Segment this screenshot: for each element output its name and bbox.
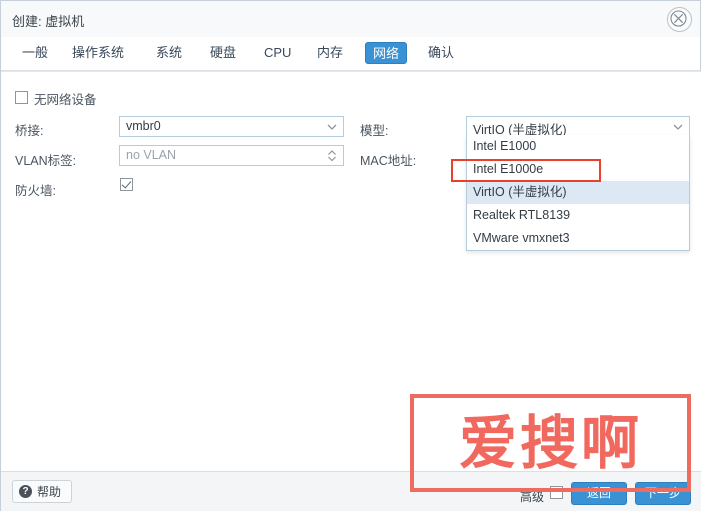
bridge-value: vmbr0 (126, 119, 161, 133)
tab-network[interactable]: 网络 (365, 42, 408, 64)
no-network-device-checkbox[interactable] (15, 91, 28, 104)
back-button[interactable]: 返回 (571, 482, 627, 505)
vlan-tag-value: no VLAN (126, 148, 177, 162)
next-button[interactable]: 下一步 (635, 482, 691, 505)
question-mark-icon: ? (19, 485, 32, 498)
chevron-down-icon[interactable] (324, 117, 340, 136)
help-button[interactable]: ? 帮助 (12, 480, 73, 503)
model-option-virtio[interactable]: VirtIO (半虚拟化) (467, 181, 689, 204)
tab-system[interactable]: 系统 (149, 42, 189, 64)
tab-os[interactable]: 操作系统 (65, 42, 131, 64)
help-label: 帮助 (37, 485, 62, 499)
network-settings-panel: 无网络设备 桥接: vmbr0 VLAN标签: no VLAN 防火墙: 模型:… (1, 71, 701, 471)
tab-confirm[interactable]: 确认 (421, 42, 461, 64)
create-vm-dialog: 创建: 虚拟机 一般 操作系统 系统 硬盘 CPU 内存 网络 确认 无网络设备… (0, 0, 701, 511)
tab-memory[interactable]: 内存 (310, 42, 350, 64)
wizard-tabbar: 一般 操作系统 系统 硬盘 CPU 内存 网络 确认 (1, 37, 700, 71)
model-dropdown-list[interactable]: Intel E1000 Intel E1000e VirtIO (半虚拟化) R… (466, 135, 690, 251)
dialog-header: 创建: 虚拟机 (1, 1, 700, 37)
mac-address-label: MAC地址: (360, 154, 417, 168)
tab-disk[interactable]: 硬盘 (203, 42, 243, 64)
firewall-label: 防火墙: (15, 184, 56, 198)
model-label: 模型: (360, 124, 389, 138)
bridge-label: 桥接: (15, 124, 44, 138)
model-option-realtek-rtl8139[interactable]: Realtek RTL8139 (467, 204, 689, 227)
tab-general[interactable]: 一般 (15, 42, 55, 64)
firewall-checkbox[interactable] (120, 178, 133, 191)
spinner-updown-icon[interactable] (324, 146, 340, 165)
vlan-tag-label: VLAN标签: (15, 154, 77, 168)
model-option-intel-e1000e[interactable]: Intel E1000e (467, 158, 689, 181)
bridge-combobox[interactable]: vmbr0 (119, 116, 344, 137)
model-combobox[interactable]: VirtIO (半虚拟化) (466, 116, 690, 137)
model-option-intel-e1000[interactable]: Intel E1000 (467, 135, 689, 158)
dialog-title: 创建: 虚拟机 (12, 14, 85, 29)
no-network-device-label: 无网络设备 (34, 93, 97, 107)
advanced-label: 高级 (520, 490, 545, 504)
chevron-down-icon[interactable] (670, 117, 686, 136)
vlan-tag-spinner[interactable]: no VLAN (119, 145, 344, 166)
close-icon[interactable] (667, 7, 692, 32)
model-option-vmware-vmxnet3[interactable]: VMware vmxnet3 (467, 227, 689, 250)
tab-cpu[interactable]: CPU (257, 42, 298, 64)
advanced-checkbox[interactable] (550, 486, 563, 499)
